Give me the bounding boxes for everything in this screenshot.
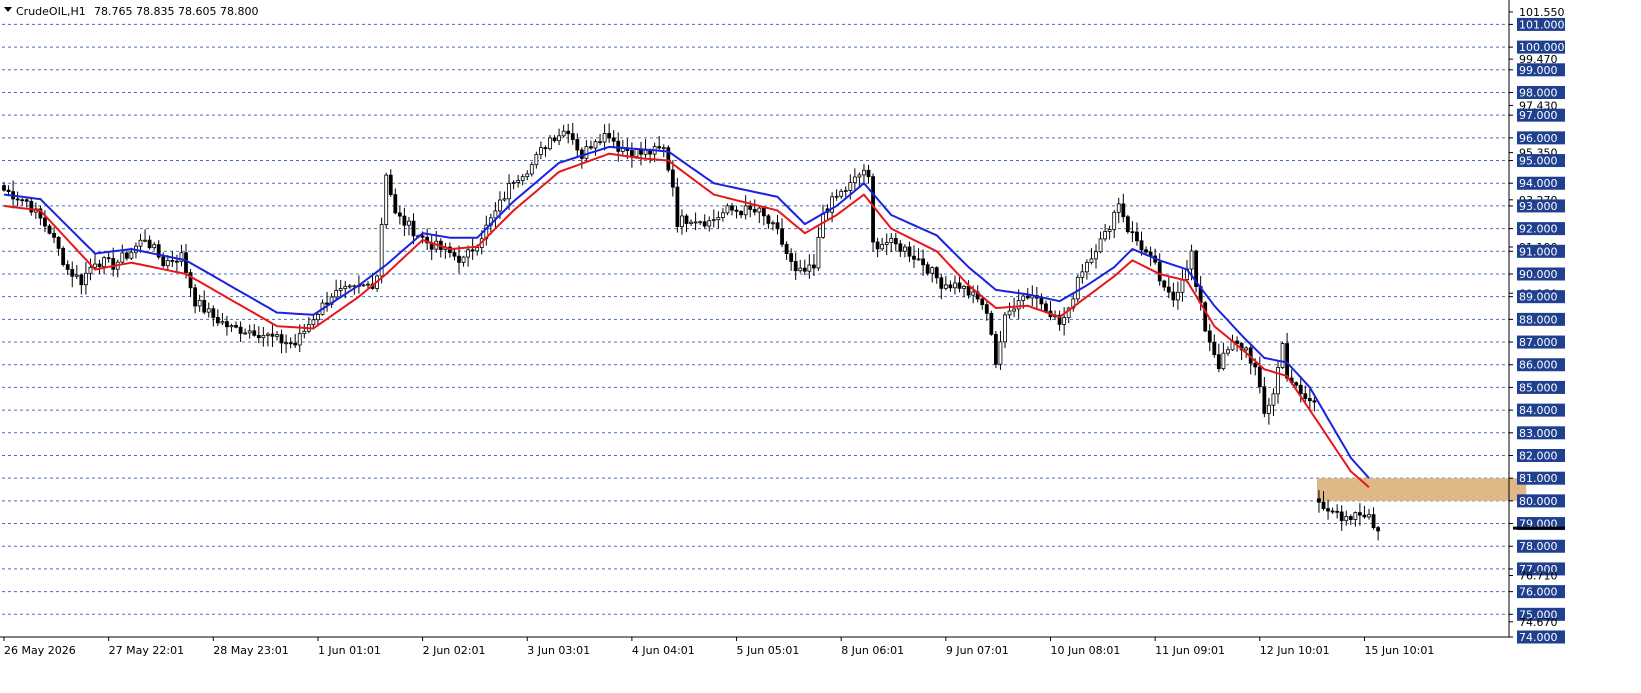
price-tick-label: 74.670 <box>1519 616 1558 629</box>
price-tick-label: 96.000 <box>1519 132 1558 145</box>
time-tick-label: 1 Jun 01:01 <box>318 644 381 657</box>
candle <box>994 331 998 369</box>
time-tick-label: 9 Jun 07:01 <box>946 644 1009 657</box>
price-tick-label: 88.000 <box>1519 313 1558 326</box>
price-tick-label: 83.000 <box>1519 427 1558 440</box>
price-tick-label: 89.000 <box>1519 291 1558 304</box>
price-tick-label: 95.000 <box>1519 155 1558 168</box>
chart-background <box>0 0 1641 693</box>
candle <box>1280 342 1285 369</box>
symbol-timeframe-label: CrudeOIL,H1 <box>16 5 86 18</box>
price-tick-label: 78.000 <box>1519 540 1558 553</box>
price-tick-label: 101.550 <box>1519 6 1565 19</box>
candle <box>1203 300 1208 333</box>
time-tick-label: 3 Jun 03:01 <box>527 644 590 657</box>
chart-header: CrudeOIL,H1 78.765 78.835 78.605 78.800 <box>4 5 258 18</box>
time-tick-label: 8 Jun 06:01 <box>841 644 904 657</box>
price-tick-label: 74.000 <box>1519 631 1558 644</box>
time-tick-label: 5 Jun 05:01 <box>737 644 800 657</box>
price-tick-label: 86.000 <box>1519 359 1558 372</box>
price-tick-label: 94.000 <box>1519 177 1558 190</box>
price-tick-label: 84.000 <box>1519 404 1558 417</box>
candle <box>666 145 671 173</box>
time-tick-label: 2 Jun 02:01 <box>423 644 486 657</box>
time-tick-label: 28 May 23:01 <box>213 644 288 657</box>
price-tick-label: 99.000 <box>1519 64 1558 77</box>
price-tick-label: 87.000 <box>1519 336 1558 349</box>
time-tick-label: 10 Jun 08:01 <box>1051 644 1121 657</box>
price-tick-label: 92.000 <box>1519 223 1558 236</box>
price-tick-label: 97.000 <box>1519 109 1558 122</box>
candle <box>1194 249 1198 293</box>
candle <box>384 172 389 229</box>
candle <box>1125 214 1130 234</box>
price-tick-label: 76.710 <box>1519 570 1558 583</box>
time-tick-label: 15 Jun 10:01 <box>1364 644 1434 657</box>
candle <box>61 246 66 267</box>
candle <box>989 310 994 336</box>
price-tick-label: 82.000 <box>1519 449 1558 462</box>
price-tick-label: 80.000 <box>1519 495 1558 508</box>
candle <box>871 173 875 252</box>
time-tick-label: 4 Jun 04:01 <box>632 644 695 657</box>
ohlc-values-label: 78.765 78.835 78.605 78.800 <box>94 5 258 18</box>
price-tick-label: 98.000 <box>1519 86 1558 99</box>
price-tick-label: 101.000 <box>1519 18 1565 31</box>
price-tick-label: 85.000 <box>1519 381 1558 394</box>
price-tick-label: 90.000 <box>1519 268 1558 281</box>
time-tick-label: 27 May 22:01 <box>109 644 184 657</box>
price-tick-label: 91.000 <box>1519 245 1558 258</box>
candle <box>379 217 384 284</box>
price-tick-label: 81.000 <box>1519 472 1558 485</box>
time-tick-label: 26 May 2026 <box>4 644 76 657</box>
supply-zone-rectangle[interactable] <box>1316 478 1527 501</box>
price-tick-label: 93.000 <box>1519 200 1558 213</box>
price-tick-label: 76.000 <box>1519 586 1558 599</box>
price-chart[interactable]: 101.550101.000100.00099.47099.00098.0009… <box>0 0 1641 693</box>
time-tick-label: 12 Jun 10:01 <box>1260 644 1330 657</box>
time-tick-label: 11 Jun 09:01 <box>1155 644 1225 657</box>
